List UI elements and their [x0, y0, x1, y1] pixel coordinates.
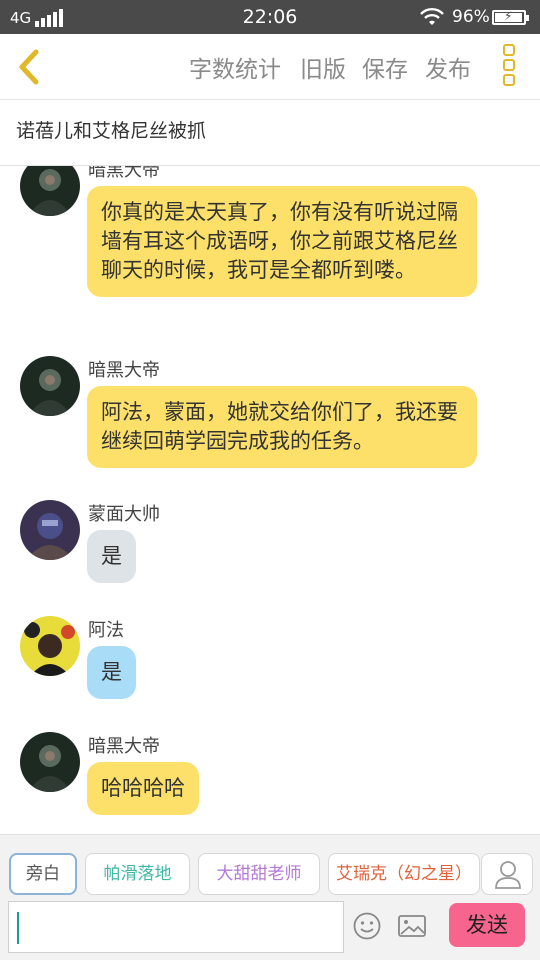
battery-icon: ⚡ [492, 9, 529, 25]
speaker-name: 暗黑大帝 [88, 166, 160, 181]
role-chip[interactable]: 大甜甜老师 [198, 853, 320, 895]
message-bubble[interactable]: 你真的是太天真了，你有没有听说过隔墙有耳这个成语呀，你之前跟艾格尼丝聊天的时候，… [87, 186, 477, 297]
speaker-name: 暗黑大帝 [88, 360, 160, 381]
avatar[interactable] [20, 732, 80, 792]
wifi-icon [420, 8, 444, 25]
publish-button[interactable]: 发布 [425, 50, 471, 84]
message-input[interactable] [8, 901, 344, 953]
emoji-icon[interactable] [352, 911, 382, 941]
speaker-name: 阿法 [88, 620, 124, 641]
composer: 旁白 帕滑落地 大甜甜老师 艾瑞克（幻之星） 发送 [0, 834, 540, 960]
image-icon[interactable] [397, 911, 427, 941]
send-button[interactable]: 发送 [449, 903, 525, 947]
word-count-button[interactable]: 字数统计 [189, 50, 281, 84]
person-icon [495, 861, 521, 889]
role-chip[interactable]: 帕滑落地 [85, 853, 190, 895]
role-chip-narrator[interactable]: 旁白 [9, 853, 77, 895]
battery-percent: 96% [452, 7, 490, 27]
message-bubble[interactable]: 阿法，蒙面，她就交给你们了，我还要继续回萌学园完成我的任务。 [87, 386, 477, 468]
role-chip[interactable]: 艾瑞克（幻之星） [328, 853, 480, 895]
top-nav-bar: 字数统计 旧版 保存 发布 [0, 34, 540, 100]
chat-list[interactable]: 暗黑大帝 你真的是太天真了，你有没有听说过隔墙有耳这个成语呀，你之前跟艾格尼丝聊… [0, 166, 540, 834]
save-button[interactable]: 保存 [362, 50, 408, 84]
text-caret [17, 912, 19, 944]
avatar[interactable] [20, 500, 80, 560]
message-bubble[interactable]: 哈哈哈哈 [87, 762, 199, 815]
speaker-name: 暗黑大帝 [88, 736, 160, 757]
role-manager-button[interactable] [481, 853, 533, 895]
speaker-name: 蒙面大帅 [88, 504, 160, 525]
avatar[interactable] [20, 356, 80, 416]
chevron-left-icon[interactable] [12, 46, 46, 88]
avatar[interactable] [20, 166, 80, 216]
avatar[interactable] [20, 616, 80, 676]
message-bubble[interactable]: 是 [87, 530, 136, 583]
message-bubble[interactable]: 是 [87, 646, 136, 699]
story-title: 诺蓓儿和艾格尼丝被抓 [16, 120, 207, 142]
old-version-button[interactable]: 旧版 [300, 50, 346, 84]
status-bar: 4G 22:06 96% ⚡ [0, 0, 540, 34]
more-vertical-icon[interactable] [500, 44, 518, 90]
story-title-bar[interactable]: 诺蓓儿和艾格尼丝被抓 [0, 100, 540, 166]
